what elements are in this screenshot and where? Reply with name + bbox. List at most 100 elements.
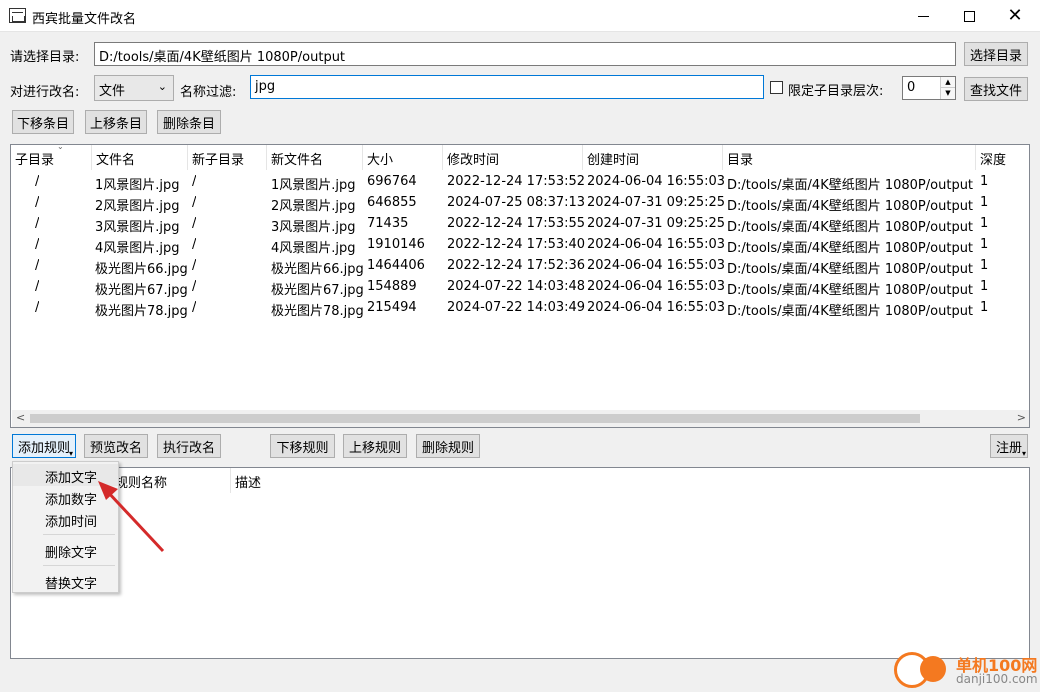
cell-new-subdir: / — [192, 216, 197, 231]
cell-new-name: 4风景图片.jpg — [271, 241, 356, 256]
delete-rule-button[interactable]: 删除规则 — [416, 434, 480, 458]
menu-item-replace-text[interactable]: 替换文字 — [13, 570, 118, 592]
cell-size: 215494 — [367, 300, 417, 315]
find-files-button[interactable]: 查找文件 — [964, 77, 1028, 101]
window-title: 西宾批量文件改名 — [32, 12, 137, 27]
cell-size: 696764 — [367, 174, 417, 189]
add-rule-button[interactable]: 添加规则 ▾ — [12, 434, 76, 458]
cell-new-name: 极光图片67.jpg — [271, 283, 364, 298]
move-rule-up-button[interactable]: 上移规则 — [343, 434, 407, 458]
menu-item-add-time[interactable]: 添加时间 — [13, 508, 118, 530]
dir-label: 请选择目录: — [10, 50, 80, 65]
col-header-depth[interactable]: 深度 — [976, 145, 1029, 170]
choose-dir-button[interactable]: 选择目录 — [964, 42, 1028, 66]
menu-separator — [43, 534, 115, 535]
cell-name: 2风景图片.jpg — [95, 199, 180, 214]
scroll-left-icon[interactable]: < — [16, 411, 25, 424]
col-header-dir[interactable]: 目录 — [723, 145, 976, 170]
target-label: 对进行改名: — [10, 85, 80, 100]
table-row[interactable]: / 4风景图片.jpg / 4风景图片.jpg 1910146 2022-12-24 17… — [11, 235, 1029, 256]
cell-depth: 1 — [980, 237, 989, 252]
table-row[interactable]: / 极光图片66.jpg / 极光图片66.jpg 1464406 2022-12-24 … — [11, 256, 1029, 277]
cell-modified: 2022-12-24 17:53:52 — [447, 174, 586, 189]
cell-depth: 1 — [980, 279, 989, 294]
preview-rename-button[interactable]: 预览改名 — [84, 434, 148, 458]
cell-created: 2024-06-04 16:55:03 — [587, 279, 726, 294]
spin-up-icon[interactable]: ▲ — [940, 77, 955, 88]
move-item-up-button[interactable]: 上移条目 — [85, 110, 147, 134]
watermark-logo: 单机100网 danji100.com — [892, 650, 1040, 692]
col-header-subdir[interactable]: ⌄ 子目录 — [11, 145, 92, 170]
col-header-size[interactable]: 大小 — [363, 145, 443, 170]
cell-modified: 2024-07-22 14:03:48 — [447, 279, 586, 294]
col-header-modified[interactable]: 修改时间 — [443, 145, 583, 170]
dir-path-input[interactable]: D:/tools/桌面/4K壁纸图片 1080P/output — [94, 42, 956, 66]
cell-dir: D:/tools/桌面/4K壁纸图片 1080P/output — [727, 178, 974, 193]
cell-name: 极光图片67.jpg — [95, 283, 188, 298]
table-row[interactable]: / 3风景图片.jpg / 3风景图片.jpg 71435 2022-12-24 17:5… — [11, 214, 1029, 235]
move-item-down-button[interactable]: 下移条目 — [12, 110, 74, 134]
cell-depth: 1 — [980, 195, 989, 210]
depth-stepper[interactable]: 0 ▲ ▼ — [902, 76, 956, 100]
cell-new-subdir: / — [192, 279, 197, 294]
cell-dir: D:/tools/桌面/4K壁纸图片 1080P/output — [727, 262, 974, 277]
maximize-button[interactable] — [946, 0, 992, 32]
spin-down-icon[interactable]: ▼ — [940, 88, 955, 99]
horizontal-scrollbar[interactable]: < > — [12, 410, 1029, 427]
minimize-button[interactable] — [900, 0, 946, 32]
cell-created: 2024-07-31 09:25:25 — [587, 195, 726, 210]
cell-name: 极光图片78.jpg — [95, 304, 188, 319]
table-row[interactable]: / 极光图片78.jpg / 极光图片78.jpg 215494 2024-07-22 1… — [11, 298, 1029, 319]
dropdown-caret-icon: ▾ — [68, 449, 73, 458]
delete-item-button[interactable]: 删除条目 — [157, 110, 221, 134]
cell-new-name: 2风景图片.jpg — [271, 199, 356, 214]
minimize-icon — [917, 15, 929, 17]
maximize-icon — [963, 10, 975, 22]
col-header-new-subdir[interactable]: 新子目录 — [188, 145, 267, 170]
col-header-name[interactable]: 文件名 — [92, 145, 188, 170]
menu-item-add-number[interactable]: 添加数字 — [13, 486, 118, 508]
cell-subdir: / — [35, 279, 40, 294]
cell-dir: D:/tools/桌面/4K壁纸图片 1080P/output — [727, 304, 974, 319]
cell-dir: D:/tools/桌面/4K壁纸图片 1080P/output — [727, 283, 974, 298]
table-row[interactable]: / 2风景图片.jpg / 2风景图片.jpg 646855 2024-07-25 08:… — [11, 193, 1029, 214]
cell-size: 1910146 — [367, 237, 425, 252]
cell-dir: D:/tools/桌面/4K壁纸图片 1080P/output — [727, 220, 974, 235]
cell-new-name: 极光图片66.jpg — [271, 262, 364, 277]
move-rule-down-button[interactable]: 下移规则 — [270, 434, 335, 458]
menu-item-add-text[interactable]: 添加文字 — [13, 464, 118, 486]
sort-caret-icon: ⌄ — [57, 145, 64, 151]
file-table[interactable]: ⌄ 子目录 文件名 新子目录 新文件名 大小 修改时间 创建时间 目录 深度 / 1… — [10, 144, 1030, 428]
cell-subdir: / — [35, 237, 40, 252]
cell-depth: 1 — [980, 258, 989, 273]
limit-depth-label: 限定子目录层次: — [788, 84, 884, 99]
app-icon — [9, 8, 26, 23]
rule-table[interactable]: 规则名称 描述 — [10, 467, 1030, 659]
table-row[interactable]: / 极光图片67.jpg / 极光图片67.jpg 154889 2024-07-22 1… — [11, 277, 1029, 298]
col-header-created[interactable]: 创建时间 — [583, 145, 723, 170]
cell-new-subdir: / — [192, 258, 197, 273]
col-header-description[interactable]: 描述 — [231, 468, 1029, 493]
scrollbar-thumb[interactable] — [30, 414, 920, 423]
limit-depth-checkbox[interactable] — [770, 81, 783, 94]
col-header-new-name[interactable]: 新文件名 — [267, 145, 363, 170]
cell-modified: 2022-12-24 17:53:40 — [447, 237, 586, 252]
cell-new-subdir: / — [192, 174, 197, 189]
cell-name: 极光图片66.jpg — [95, 262, 188, 277]
dropdown-caret-icon: ▾ — [1021, 449, 1026, 458]
cell-size: 646855 — [367, 195, 417, 210]
scroll-right-icon[interactable]: > — [1017, 411, 1026, 424]
cell-created: 2024-06-04 16:55:03 — [587, 300, 726, 315]
watermark-url: danji100.com — [956, 672, 1038, 686]
register-button[interactable]: 注册 ▾ — [990, 434, 1028, 458]
table-row[interactable]: / 1风景图片.jpg / 1风景图片.jpg 696764 2022-12-24 17:… — [11, 172, 1029, 193]
name-filter-input[interactable]: jpg — [250, 75, 764, 99]
cell-name: 4风景图片.jpg — [95, 241, 180, 256]
menu-item-delete-text[interactable]: 删除文字 — [13, 539, 118, 561]
cell-size: 1464406 — [367, 258, 425, 273]
cell-new-subdir: / — [192, 300, 197, 315]
execute-rename-button[interactable]: 执行改名 — [157, 434, 221, 458]
cell-new-name: 极光图片78.jpg — [271, 304, 364, 319]
close-button[interactable]: ✕ — [992, 0, 1038, 32]
target-select[interactable]: 文件 ⌄ — [94, 75, 174, 101]
